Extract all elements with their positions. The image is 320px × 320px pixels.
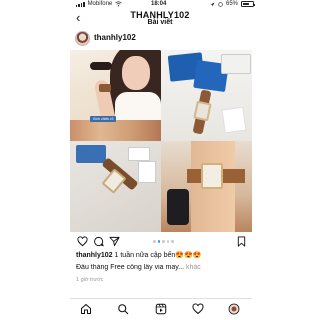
sunglasses-shape	[90, 62, 112, 70]
home-icon[interactable]	[80, 303, 92, 315]
post-image-collage[interactable]: Kinh chiếu rõ	[70, 50, 252, 232]
heart-icon[interactable]	[77, 236, 88, 247]
battery-fill	[242, 2, 250, 6]
watch-face-shape	[201, 163, 223, 189]
flowers-shape	[70, 120, 161, 141]
status-bar: Mobifone 18:04 65%	[0, 0, 320, 10]
carrier-label: Mobifone	[87, 1, 113, 7]
search-icon[interactable]	[117, 303, 129, 315]
photo-watch-wrist	[161, 141, 252, 232]
post-actions	[74, 235, 250, 249]
phone-shape	[167, 189, 189, 225]
page-subtitle: Bài viết	[147, 19, 173, 26]
location-icon	[210, 2, 215, 6]
carousel-dot	[166, 240, 169, 243]
reels-icon[interactable]	[155, 303, 167, 315]
blue-box-shape	[76, 145, 106, 163]
photo-woman-watch: Kinh chiếu rõ	[70, 50, 161, 141]
card-shape	[221, 106, 247, 134]
more-link[interactable]: khác	[184, 264, 201, 271]
photo-watch-table	[70, 141, 161, 232]
caption-text-2: Đầu tháng Free công lấy via may...	[76, 264, 185, 271]
post-header: thanhly102	[74, 30, 250, 48]
signal-icon	[76, 1, 85, 7]
caption-username[interactable]: thanhly102	[76, 252, 113, 259]
wifi-icon	[115, 1, 123, 7]
profile-icon[interactable]	[228, 303, 240, 315]
caption-line-2: Đầu tháng Free công lấy via may... khác	[76, 264, 252, 271]
bottom-nav	[70, 298, 252, 316]
post-time: 1 giờ trước	[76, 277, 104, 283]
caption-line-1: thanhly102 1 tuần nữa cập bến😍😍😍	[76, 251, 252, 259]
paper-shape-1	[128, 147, 150, 161]
bookmark-icon[interactable]	[236, 236, 247, 247]
carousel-dot	[171, 240, 174, 243]
battery-icon	[241, 1, 256, 7]
post-username[interactable]: thanhly102	[94, 33, 136, 42]
send-icon[interactable]	[109, 236, 120, 247]
caption-text: 1 tuần nữa cập bến😍😍😍	[112, 252, 202, 259]
avatar[interactable]	[75, 31, 90, 46]
battery-percent: 65%	[226, 1, 239, 7]
watch-shape	[99, 84, 111, 92]
header: ‹ THANHLY102 Bài viết	[0, 10, 320, 28]
image-tag[interactable]: Kinh chiếu rõ	[90, 116, 117, 122]
status-left: Mobifone	[76, 1, 123, 7]
face-shape	[122, 56, 150, 90]
watch-face-shape	[193, 100, 212, 122]
box-shape-3	[221, 54, 251, 74]
comment-icon[interactable]	[93, 236, 104, 247]
status-right: 65%	[210, 1, 256, 7]
heart-icon[interactable]	[192, 303, 204, 315]
alarm-icon	[218, 1, 223, 7]
carousel-dot	[157, 240, 160, 243]
carousel-dot	[162, 240, 165, 243]
paper-shape-2	[138, 161, 156, 183]
carousel-dots	[153, 240, 174, 243]
carousel-dot	[153, 240, 156, 243]
photo-watch-boxes	[161, 50, 252, 141]
status-time: 18:04	[151, 1, 167, 7]
